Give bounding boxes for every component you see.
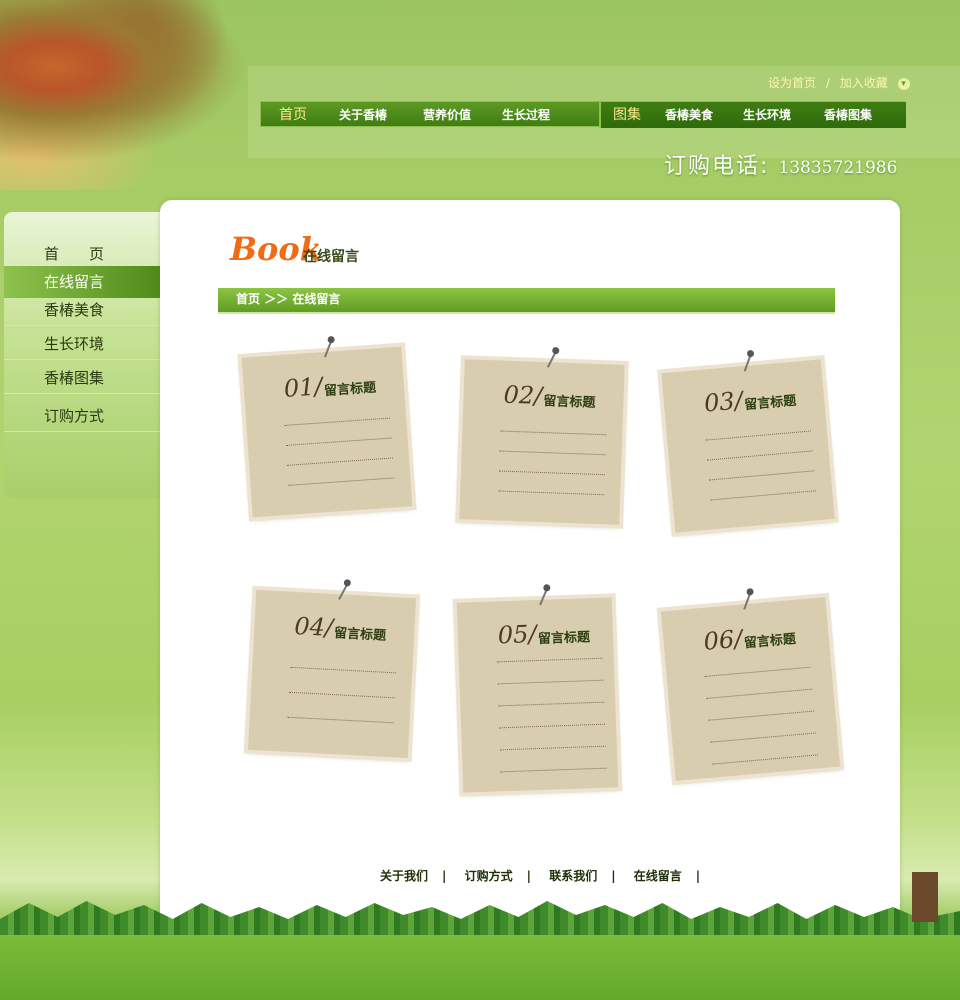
nav-nutrition[interactable]: 营养价值 xyxy=(423,102,471,128)
page-title: 在线留言 xyxy=(303,249,359,265)
note-title: 留言标题 xyxy=(537,630,591,647)
note-line xyxy=(499,745,606,751)
nav-about[interactable]: 关于香椿 xyxy=(339,102,387,128)
note-line xyxy=(288,691,395,699)
message-note-4[interactable]: 04/ 留言标题 xyxy=(247,583,417,759)
nav-growth[interactable]: 生长过程 xyxy=(502,102,550,128)
note-line xyxy=(287,457,394,466)
note-number: 04/ xyxy=(293,611,334,642)
nav-food[interactable]: 香椿美食 xyxy=(665,102,713,128)
main-nav: 首页 关于香椿 营养价值 生长过程 图集 香椿美食 生长环境 香椿图集 xyxy=(260,101,906,128)
breadcrumb: 首页 ＞＞ 在线留言 xyxy=(218,288,835,314)
note-line xyxy=(285,437,392,446)
note-line xyxy=(499,723,606,729)
nav-right-group: 图集 香椿美食 生长环境 香椿图集 xyxy=(601,102,906,128)
note-number: 01/ xyxy=(282,372,324,403)
grass-field xyxy=(0,930,960,1000)
content-panel xyxy=(160,200,900,960)
phone-number: 13835721986 xyxy=(778,158,898,178)
note-line xyxy=(712,754,819,765)
note-line xyxy=(710,732,817,743)
sidebar: 首 页 在线留言 香椿美食 生长环境 香椿图集 订购方式 xyxy=(4,212,162,498)
nav-environment[interactable]: 生长环境 xyxy=(743,102,791,128)
note-title: 留言标题 xyxy=(333,626,387,644)
note-line xyxy=(496,657,603,663)
nav-home[interactable]: 首页 xyxy=(279,102,307,128)
note-line xyxy=(705,430,811,441)
set-homepage-link[interactable]: 设为首页 xyxy=(768,76,816,90)
footer-link-guestbook[interactable]: 在线留言 xyxy=(634,869,682,883)
sidebar-item-environment[interactable]: 生长环境 xyxy=(4,328,162,360)
message-note-2[interactable]: 02/ 留言标题 xyxy=(459,350,625,525)
nav-pictures[interactable]: 香椿图集 xyxy=(824,102,872,128)
sidebar-item-gallery[interactable]: 香椿图集 xyxy=(4,362,162,394)
note-line xyxy=(708,470,815,481)
message-note-1[interactable]: 01/ 留言标题 xyxy=(241,339,413,518)
note-line xyxy=(706,688,813,699)
note-number: 02/ xyxy=(503,380,543,410)
note-line xyxy=(704,666,811,677)
note-number: 06/ xyxy=(702,624,744,656)
arrow-down-icon: ▾ xyxy=(897,77,910,90)
message-note-5[interactable]: 05/ 留言标题 xyxy=(456,588,619,793)
note-line xyxy=(284,417,391,426)
footer-link-contact[interactable]: 联系我们 xyxy=(549,869,597,883)
footer-separator: | xyxy=(695,869,701,883)
message-note-3[interactable]: 03/ 留言标题 xyxy=(661,353,835,533)
note-line xyxy=(498,490,605,496)
order-phone: 订购电话: 13835721986 xyxy=(664,148,897,180)
note-title: 留言标题 xyxy=(543,394,596,411)
note-line xyxy=(288,477,395,486)
nav-gallery-label[interactable]: 图集 xyxy=(613,102,641,128)
sidebar-item-order[interactable]: 订购方式 xyxy=(4,400,162,432)
note-number: 05/ xyxy=(497,620,537,650)
note-line xyxy=(498,701,605,707)
note-line xyxy=(287,716,394,724)
note-line xyxy=(500,767,607,773)
top-links: 设为首页 / 加入收藏 ▾ xyxy=(768,74,916,91)
footer-separator: | xyxy=(526,869,531,883)
note-line xyxy=(707,450,813,461)
note-line xyxy=(290,666,397,674)
footer-separator: | xyxy=(442,869,447,883)
note-title: 留言标题 xyxy=(323,380,377,400)
footer-link-about[interactable]: 关于我们 xyxy=(380,869,428,883)
note-number: 03/ xyxy=(702,386,744,418)
note-line xyxy=(710,490,817,501)
note-line xyxy=(497,679,604,685)
note-title: 留言标题 xyxy=(743,631,797,652)
note-title: 留言标题 xyxy=(743,393,797,414)
note-line xyxy=(500,430,607,436)
message-note-6[interactable]: 06/ 留言标题 xyxy=(660,592,841,781)
note-line xyxy=(498,470,605,476)
sidebar-item-food[interactable]: 香椿美食 xyxy=(4,294,162,326)
note-line xyxy=(708,710,815,721)
windmill-icon xyxy=(912,872,938,922)
note-line xyxy=(499,450,606,456)
add-favorite-link[interactable]: 加入收藏 xyxy=(840,76,888,90)
footer-links: 关于我们 | 订购方式 | 联系我们 | 在线留言 | xyxy=(380,867,714,884)
footer-separator: | xyxy=(611,869,616,883)
top-links-separator: / xyxy=(825,76,830,90)
phone-label: 订购电话: xyxy=(664,154,770,179)
footer-link-order[interactable]: 订购方式 xyxy=(465,869,513,883)
